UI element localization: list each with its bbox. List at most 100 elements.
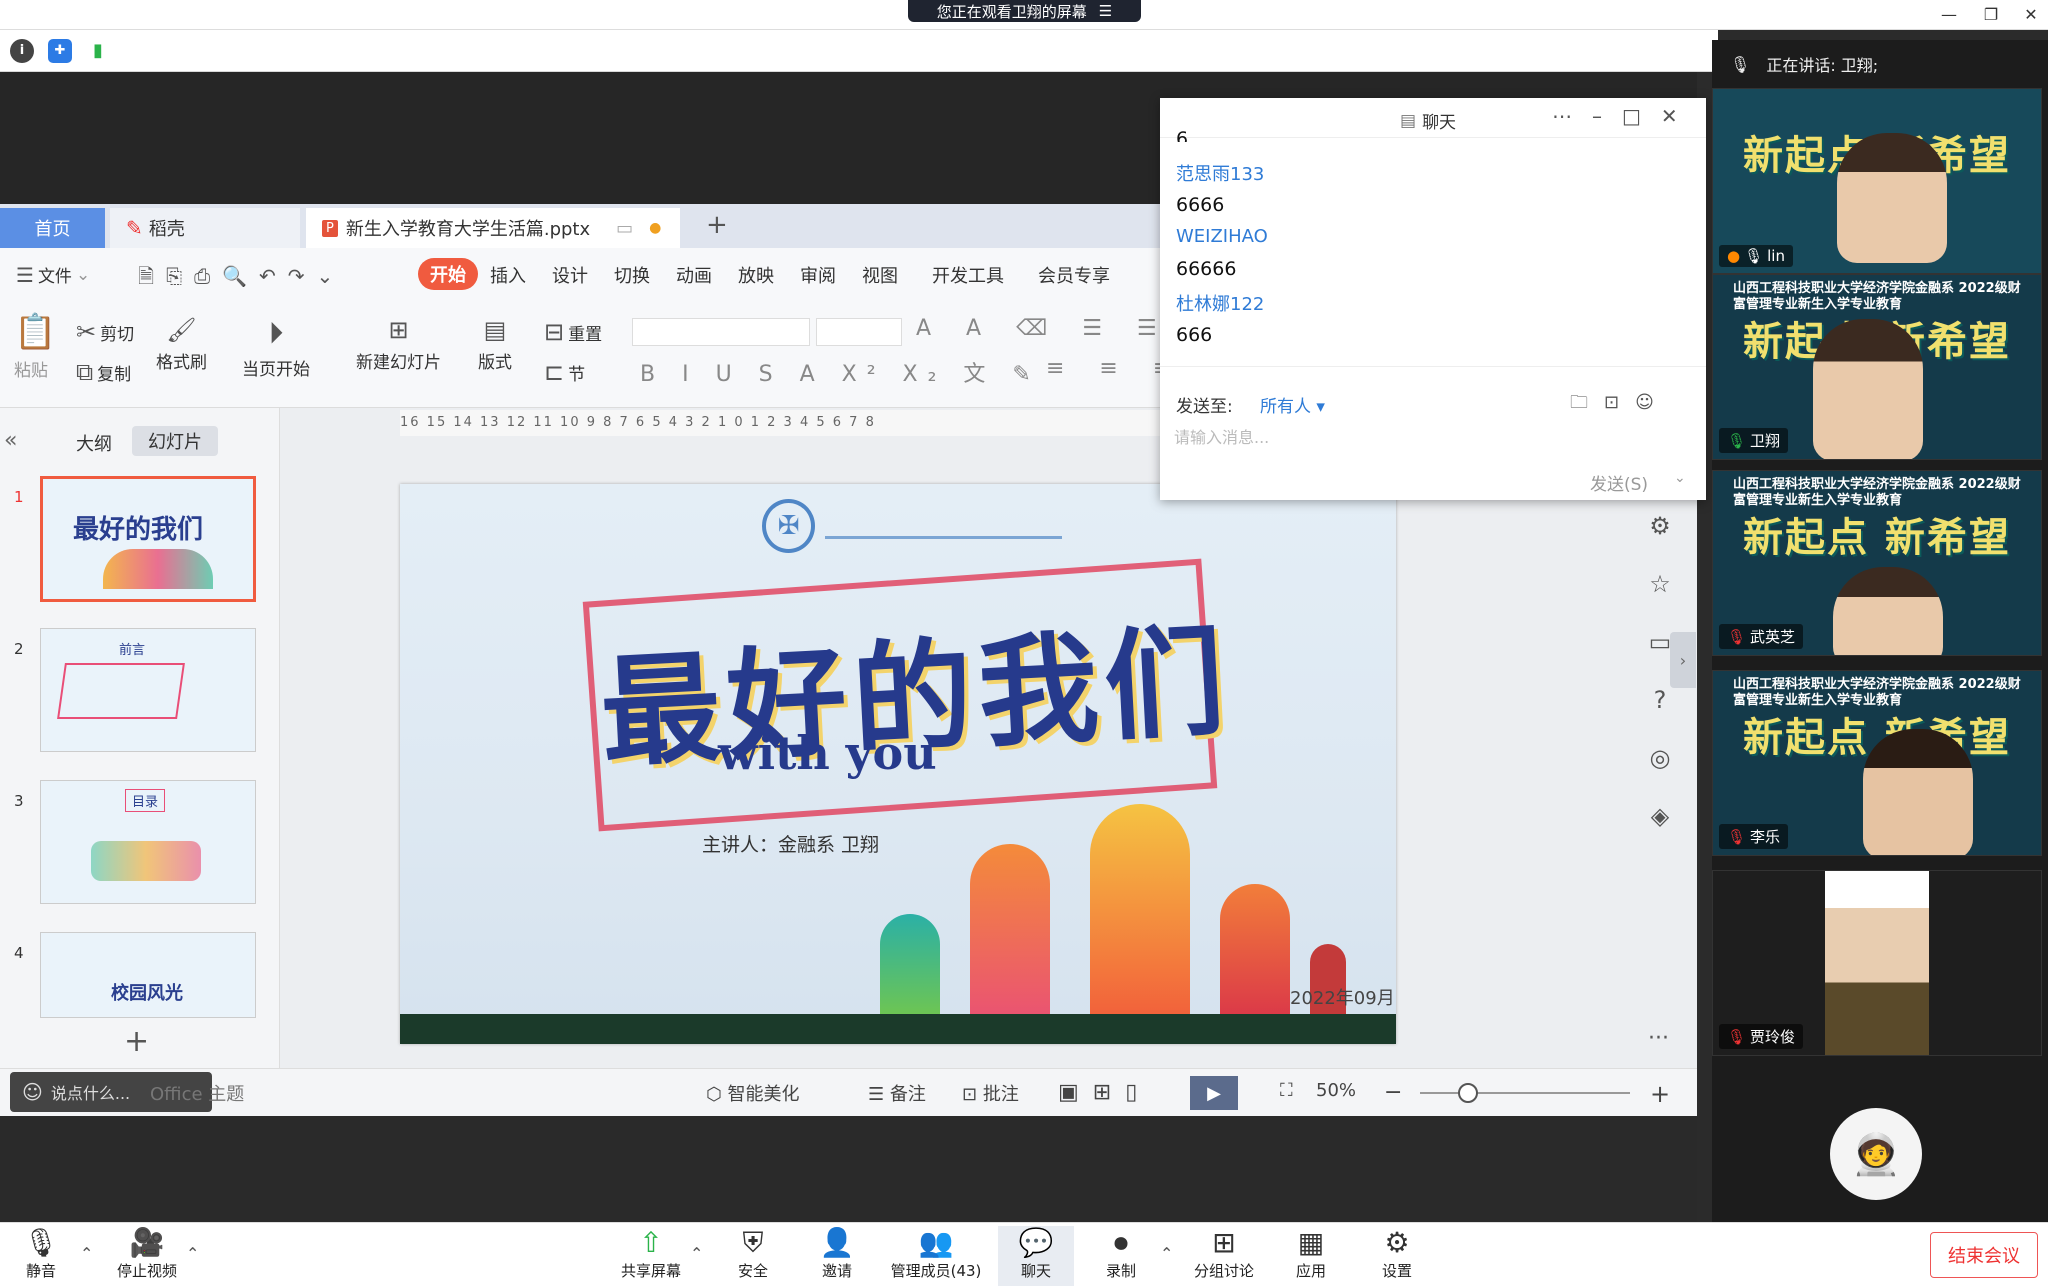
notes-icon: ☰ bbox=[868, 1084, 885, 1105]
record-button[interactable]: ⏺ 录制 bbox=[1086, 1226, 1156, 1281]
stop-video-button[interactable]: 🎥 停止视频 bbox=[110, 1226, 184, 1281]
layout-button[interactable]: ▤ 版式 bbox=[478, 316, 512, 373]
tab-home[interactable]: 首页 bbox=[0, 208, 105, 248]
beautify-button[interactable]: ⬡ 智能美化 bbox=[706, 1080, 799, 1106]
maximize-button[interactable]: ❐ bbox=[1976, 0, 2006, 28]
slide-thumbnail-4[interactable]: 校园风光 bbox=[40, 932, 256, 1018]
ai-icon[interactable]: ◎ bbox=[1650, 744, 1671, 772]
menu-member[interactable]: 会员专享 bbox=[1038, 262, 1110, 288]
zoom-slider[interactable] bbox=[1420, 1092, 1630, 1094]
menu-review[interactable]: 审阅 bbox=[800, 262, 836, 288]
menu-switch[interactable]: 切换 bbox=[614, 262, 650, 288]
video-tile[interactable]: 新起点 新希望 ● 🎙 lin bbox=[1712, 88, 2042, 274]
zoom-level[interactable]: 50% bbox=[1316, 1080, 1356, 1101]
font-size-select[interactable] bbox=[816, 318, 902, 346]
end-meeting-button[interactable]: 结束会议 bbox=[1930, 1232, 2038, 1278]
quick-access-icons[interactable]: 🗎⎘⎙🔍↶↷⌄ bbox=[138, 262, 345, 296]
share-options-chevron-icon[interactable]: ⌃ bbox=[690, 1244, 703, 1263]
font-adjust-icons[interactable]: A A ⌫ ☰ ☰ bbox=[916, 316, 1171, 341]
play-slideshow-button[interactable]: ▶ bbox=[1190, 1076, 1238, 1110]
audio-options-chevron-icon[interactable]: ⌃ bbox=[80, 1244, 93, 1263]
zoom-out-button[interactable]: − bbox=[1384, 1080, 1402, 1105]
video-tile[interactable]: 山西工程科技职业大学经济学院金融系 2022级财富管理专业新生入学专业教育 新起… bbox=[1712, 470, 2042, 656]
send-button[interactable]: 发送(S) bbox=[1590, 470, 1648, 495]
clipboard-icon: 📋 bbox=[14, 312, 57, 352]
apps-button[interactable]: ▦ 应用 bbox=[1276, 1226, 1346, 1281]
file-menu[interactable]: ☰ 文件 ⌄ bbox=[16, 262, 90, 288]
paste-button[interactable]: 📋 粘贴 bbox=[14, 312, 56, 381]
signal-icon[interactable]: ▮ bbox=[86, 38, 110, 63]
monitor-icon[interactable]: ▭ bbox=[616, 218, 633, 239]
add-slide-button[interactable]: + bbox=[124, 1024, 149, 1059]
security-button[interactable]: ⛨ 安全 bbox=[718, 1226, 788, 1281]
menu-design[interactable]: 设计 bbox=[552, 262, 588, 288]
manage-members-button[interactable]: 👥 管理成员(43) bbox=[888, 1226, 984, 1281]
chat-window-controls[interactable]: ⋯–□✕ bbox=[1552, 104, 1698, 128]
video-tile[interactable]: 🎙 贾玲俊 bbox=[1712, 870, 2042, 1056]
copy-button[interactable]: ⧉ 复制 bbox=[76, 358, 131, 386]
menu-insert[interactable]: 插入 bbox=[490, 262, 526, 288]
zoom-in-button[interactable]: + bbox=[1650, 1080, 1670, 1108]
pin-icon[interactable]: ☆ bbox=[1649, 570, 1671, 598]
tab-outline[interactable]: 大纲 bbox=[76, 430, 112, 456]
play-from-current-button[interactable]: ⏵ 当页开始 bbox=[242, 316, 310, 380]
font-family-select[interactable] bbox=[632, 318, 810, 346]
menu-view[interactable]: 视图 bbox=[862, 262, 898, 288]
view-mode-icons[interactable]: ▣⊞▯ bbox=[1058, 1080, 1151, 1105]
slide-thumbnail-2[interactable]: 前言 bbox=[40, 628, 256, 752]
viewing-share-banner[interactable]: 您正在观看卫翔的屏幕 ☰ bbox=[908, 0, 1141, 22]
properties-icon[interactable]: ⚙ bbox=[1649, 512, 1671, 540]
invite-button[interactable]: 👤 邀请 bbox=[802, 1226, 872, 1281]
close-button[interactable]: ✕ bbox=[2016, 0, 2046, 28]
record-options-chevron-icon[interactable]: ⌃ bbox=[1160, 1244, 1173, 1263]
participant-name-badge: 🎙 武英芝 bbox=[1719, 624, 1804, 649]
zoom-slider-thumb[interactable] bbox=[1458, 1083, 1478, 1103]
breakout-rooms-button[interactable]: ⊞ 分组讨论 bbox=[1186, 1226, 1262, 1281]
chat-input[interactable]: 请输入消息... bbox=[1174, 424, 1674, 454]
reset-button[interactable]: ⊟ 重置 bbox=[544, 318, 602, 346]
help-icon[interactable]: ? bbox=[1654, 686, 1667, 714]
more-icon[interactable]: ··· bbox=[1648, 1026, 1669, 1051]
comment-icon[interactable]: ▭ bbox=[1649, 628, 1672, 656]
settings-button[interactable]: ⚙ 设置 bbox=[1362, 1226, 1432, 1281]
menu-dev-tools[interactable]: 开发工具 bbox=[932, 262, 1004, 288]
video-tile[interactable]: 山西工程科技职业大学经济学院金融系 2022级财富管理专业新生入学专业教育 新起… bbox=[1712, 274, 2042, 460]
annotate-icon: ⊡ bbox=[962, 1084, 978, 1105]
text-format-icons[interactable]: B I U S A X² X₂ 文 ✎ bbox=[640, 356, 1041, 388]
annotate-button[interactable]: ⊡ 批注 bbox=[962, 1080, 1019, 1106]
video-options-chevron-icon[interactable]: ⌃ bbox=[186, 1244, 199, 1263]
section-button[interactable]: ⊏ 节 bbox=[544, 358, 585, 386]
chat-tools-icons[interactable]: 🗀⊡☺ bbox=[1570, 390, 1670, 420]
tab-slides[interactable]: 幻灯片 bbox=[132, 426, 218, 456]
fit-icon[interactable]: ⛶ bbox=[1280, 1080, 1293, 1101]
tab-daoke[interactable]: ✎ 稻壳 bbox=[110, 208, 300, 248]
share-screen-button[interactable]: ⇧ 共享屏幕 bbox=[616, 1226, 686, 1281]
info-icon[interactable]: i bbox=[10, 38, 34, 63]
send-to-select[interactable]: 所有人 ▾ bbox=[1260, 392, 1325, 417]
notes-button[interactable]: ☰ 备注 bbox=[868, 1080, 926, 1106]
mute-button[interactable]: 🎙 静音 bbox=[6, 1226, 76, 1281]
avatar[interactable]: 🧑‍🚀 bbox=[1830, 1108, 1922, 1200]
format-brush-button[interactable]: 🖌 格式刷 bbox=[156, 316, 207, 373]
video-tile[interactable]: 山西工程科技职业大学经济学院金融系 2022级财富管理专业新生入学专业教育 新起… bbox=[1712, 670, 2042, 856]
add-tab-button[interactable]: + bbox=[706, 210, 728, 240]
location-icon[interactable]: ◈ bbox=[1651, 802, 1669, 830]
shield-icon[interactable]: ✚ bbox=[48, 38, 72, 63]
collapse-pane-icon[interactable]: « bbox=[4, 428, 17, 453]
menu-start[interactable]: 开始 bbox=[418, 258, 478, 290]
send-options-icon[interactable]: ⌄ bbox=[1674, 470, 1686, 486]
expand-panel-button[interactable]: › bbox=[1670, 632, 1696, 688]
menu-show[interactable]: 放映 bbox=[738, 262, 774, 288]
chat-button[interactable]: 💬 聊天 bbox=[998, 1226, 1074, 1286]
new-slide-button[interactable]: ⊞ 新建幻灯片 bbox=[356, 316, 441, 373]
university-name-calligraphy bbox=[825, 513, 1062, 539]
menu-animation[interactable]: 动画 bbox=[676, 262, 712, 288]
slide-canvas[interactable]: ✠ 最好的我们 with you 主讲人：金融系 卫翔 2022年09月 bbox=[400, 484, 1396, 1044]
cut-button[interactable]: ✂ 剪切 bbox=[76, 318, 134, 346]
minimize-button[interactable]: — bbox=[1934, 0, 1964, 28]
add-user-icon: 👤 bbox=[819, 1226, 855, 1259]
tab-document[interactable]: P 新生入学教育大学生活篇.pptx ▭ ● bbox=[306, 208, 680, 248]
slide-thumbnail-1[interactable]: 最好的我们 bbox=[40, 476, 256, 602]
view-options-icon[interactable]: ☰ bbox=[1099, 2, 1112, 20]
slide-thumbnail-3[interactable]: 目录 bbox=[40, 780, 256, 904]
